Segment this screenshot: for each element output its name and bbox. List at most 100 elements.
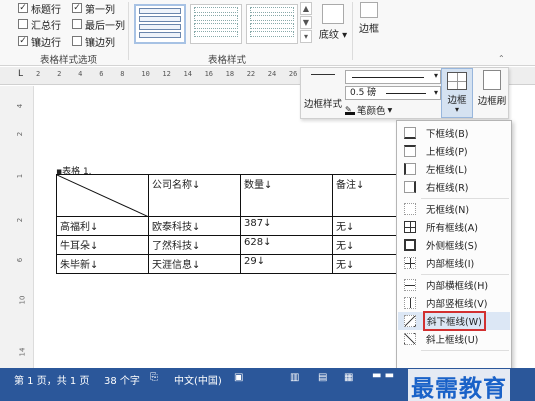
table-cell[interactable]: 628↓ [240,235,333,255]
menu-item-top-border[interactable]: 上框线(P) [398,142,510,160]
table-style-thumbnail[interactable] [190,4,242,44]
border-styles-button[interactable]: 边框样式 [304,96,342,110]
watermark-logo: 最需教育 [408,369,510,401]
table-cell[interactable]: 387↓ [240,216,333,236]
last-column-checkbox[interactable]: 最后一列 [72,17,125,32]
read-mode-icon[interactable]: ▥ [290,372,299,383]
pen-icon: ✎ [345,105,355,115]
table-row: 高福利↓ 欧泰科技↓ 387↓ 无↓ [56,216,413,236]
ribbon: ✓ 标题行 ✓ 第一列 汇总行 最后一列 ✓ 镶边行 镶边列 表格样式选项 ▲ ▼ ▾… [0,0,535,66]
menu-separator [421,350,509,351]
no-border-icon [404,203,416,215]
pen-color-button[interactable]: ✎ 笔颜色 ▾ [345,103,392,117]
all-borders-icon [404,221,416,233]
checkbox-checked-icon: ✓ [18,36,28,46]
top-border-icon [404,145,416,157]
border-style-line-preview [311,74,335,75]
borders-icon [360,2,378,18]
table-cell[interactable]: 数量↓ [240,174,333,217]
chevron-down-icon: ▾ [454,105,459,114]
borders-ribbon-button[interactable]: 边框 [354,2,384,35]
print-layout-icon[interactable]: ▤ [318,372,327,383]
menu-item-bottom-border[interactable]: 下框线(B) [398,124,510,142]
zoom-slider[interactable]: ▬ ▬ [372,370,394,381]
diagonal-border-line [57,175,149,217]
diagonal-up-border-icon [404,333,416,345]
header-row-checkbox[interactable]: ✓ 标题行 [18,1,61,16]
borders-panel: 边框样式 ▾ 0.5 磅 ▾ ✎ 笔颜色 ▾ 边框 ▾ 边框刷 [300,67,509,119]
diagonal-down-border-icon [404,315,416,327]
table-style-options-group-label: 表格样式选项 [40,55,98,66]
checkbox-empty-icon [72,19,82,29]
menu-item-no-border[interactable]: 无框线(N) [398,200,510,218]
table-cell[interactable]: 29↓ [240,254,333,274]
table-cell[interactable]: 牛耳朵↓ [56,235,149,255]
first-column-checkbox[interactable]: ✓ 第一列 [72,1,115,16]
table-cell[interactable]: 朱毕新↓ [56,254,149,274]
right-border-icon [404,181,416,193]
macro-icon[interactable]: ▣ [234,372,243,383]
banded-columns-checkbox[interactable]: 镶边列 [72,34,115,49]
table-cell[interactable]: 公司名称↓ [148,174,241,217]
gallery-scroll-up-icon[interactable]: ▲ [300,2,312,15]
page-count[interactable]: 第 1 页，共 1 页 [14,372,89,387]
line-weight-select[interactable]: 0.5 磅 ▾ [345,86,441,100]
chevron-down-icon: ▾ [433,71,438,80]
data-table[interactable]: 公司名称↓ 数量↓ 备注↓ 高福利↓ 欧泰科技↓ 387↓ 无↓ 牛耳朵↓ 了然… [56,174,413,274]
menu-separator [421,274,509,275]
paint-bucket-icon [322,4,344,24]
gallery-more-icon[interactable]: ▾ [300,30,312,43]
inside-vertical-border-icon [404,297,416,309]
proofing-icon[interactable]: ⎘ [150,372,158,383]
banded-rows-checkbox[interactable]: ✓ 镶边行 [18,34,61,49]
language-indicator[interactable]: 中文(中国) [174,372,222,387]
outside-borders-icon [404,239,416,251]
border-painter-button[interactable]: 边框刷 [475,70,509,107]
table-row: 牛耳朵↓ 了然科技↓ 628↓ 无↓ [56,235,413,255]
table-header-row: 公司名称↓ 数量↓ 备注↓ [56,174,413,217]
checkbox-checked-icon: ✓ [72,3,82,13]
table-cell[interactable]: 欧泰科技↓ [148,216,241,236]
checkbox-empty-icon [18,19,28,29]
table-style-thumbnail[interactable] [246,4,298,44]
menu-item-right-border[interactable]: 右框线(R) [398,178,510,196]
menu-item-diagonal-up-border[interactable]: 斜上框线(U) [398,330,510,348]
inside-borders-icon [404,257,416,269]
vertical-ruler[interactable]: 4 2 1 2 6 10 14 [0,86,34,368]
gallery-scroll-down-icon[interactable]: ▼ [300,16,312,29]
table-style-thumbnail[interactable] [134,4,186,44]
table-row: 朱毕新↓ 天涯信息↓ 29↓ 无↓ [56,254,413,274]
web-layout-icon[interactable]: ▦ [344,372,353,383]
group-divider [128,2,129,60]
table-cell[interactable]: 高福利↓ [56,216,149,236]
inside-horizontal-border-icon [404,279,416,291]
tab-stop-selector-icon[interactable]: L [18,69,23,79]
menu-item-inside-borders[interactable]: 内部框线(I) [398,254,510,272]
borders-dropdown-menu: 下框线(B) 上框线(P) 左框线(L) 右框线(R) 无框线(N) 所有框线(… [396,120,512,382]
word-count[interactable]: 38 个字 [104,372,140,387]
table-styles-group-label: 表格样式 [208,55,247,66]
table-cell[interactable]: 天涯信息↓ [148,254,241,274]
menu-item-all-borders[interactable]: 所有框线(A) [398,218,510,236]
borders-button[interactable]: 边框 ▾ [441,68,473,118]
menu-separator [421,198,509,199]
total-row-checkbox[interactable]: 汇总行 [18,17,61,32]
line-style-select[interactable]: ▾ [345,70,441,84]
table-cell[interactable]: 了然科技↓ [148,235,241,255]
menu-item-left-border[interactable]: 左框线(L) [398,160,510,178]
menu-item-outside-borders[interactable]: 外侧框线(S) [398,236,510,254]
bottom-border-icon [404,127,416,139]
collapse-ribbon-icon[interactable]: ⌃ [498,54,505,63]
menu-item-inside-vertical-border[interactable]: 内部竖框线(V) [398,294,510,312]
chevron-down-icon: ▾ [433,88,438,97]
border-painter-icon [483,70,501,90]
checkbox-empty-icon [72,36,82,46]
checkbox-checked-icon: ✓ [18,3,28,13]
left-border-icon [404,163,416,175]
borders-icon [447,72,467,90]
diagonal-header-cell[interactable] [56,174,149,217]
menu-item-diagonal-down-border[interactable]: 斜下框线(W) [398,311,510,331]
shading-button[interactable]: 底纹 ▾ [316,4,350,41]
menu-item-inside-horizontal-border[interactable]: 内部横框线(H) [398,276,510,294]
group-divider [352,2,353,60]
